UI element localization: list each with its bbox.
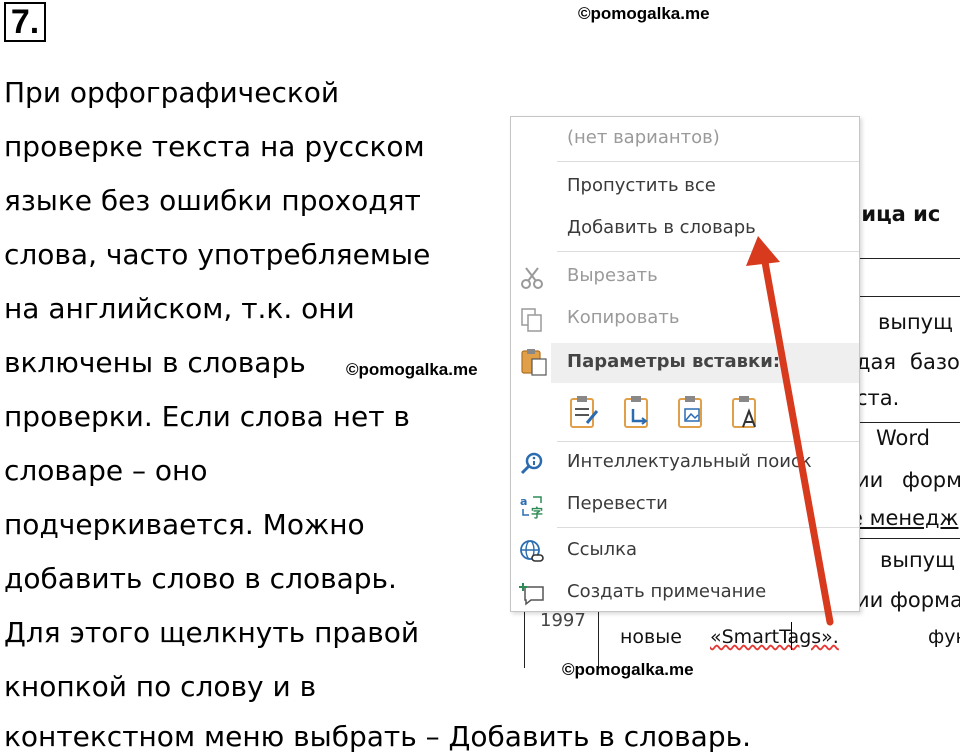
- answer-line: языке без ошибки проходят: [4, 184, 421, 217]
- doc-text-misspelled: «SmartTags».: [710, 626, 839, 648]
- menu-item-copy[interactable]: Копировать: [511, 299, 859, 339]
- menu-item-no-suggestions: (нет вариантов): [567, 127, 720, 148]
- doc-text: фун: [928, 626, 960, 648]
- doc-year: 1997: [540, 610, 586, 631]
- menu-item-smart-lookup[interactable]: Интеллектуальный поиск: [511, 443, 859, 483]
- answer-line: включены в словарь: [4, 346, 306, 379]
- svg-text:a: a: [520, 495, 527, 508]
- answer-line: Для этого щелкнуть правой: [4, 616, 420, 649]
- doc-text: Word: [876, 426, 930, 450]
- paste-options-header: Параметры вставки:: [551, 343, 859, 383]
- doc-text: ии: [856, 468, 884, 492]
- translate-icon: a字: [519, 493, 545, 520]
- doc-text: базо: [910, 350, 960, 374]
- paste-merge-formatting-icon[interactable]: [621, 393, 655, 431]
- link-globe-icon: [519, 539, 545, 565]
- text-cursor: [791, 622, 792, 650]
- svg-text:字: 字: [531, 505, 543, 519]
- menu-separator: [557, 251, 859, 252]
- context-menu: (нет вариантов) Пропустить все Добавить …: [510, 116, 860, 612]
- smart-lookup-icon: [519, 451, 545, 477]
- doc-text: выпущ: [878, 310, 953, 334]
- menu-item-new-comment[interactable]: Создать примечание: [511, 573, 859, 613]
- answer-line: словаре – оно: [4, 454, 208, 487]
- menu-item-cut[interactable]: Вырезать: [511, 257, 859, 297]
- table-line: [524, 610, 525, 668]
- menu-item-translate[interactable]: a字 Перевести: [511, 485, 859, 525]
- doc-text: е менедж: [850, 506, 959, 530]
- answer-line: проверке текста на русском: [4, 130, 425, 163]
- watermark: ©pomogalka.me: [562, 660, 694, 679]
- table-line: [846, 296, 960, 297]
- answer-line: проверки. Если слова нет в: [4, 400, 410, 433]
- table-line: [846, 538, 960, 539]
- copy-icon: [519, 307, 545, 333]
- answer-line: При орфографической: [4, 76, 340, 109]
- doc-text: дая: [856, 350, 897, 374]
- task-number: 7.: [4, 2, 46, 42]
- menu-item-add-to-dictionary[interactable]: Добавить в словарь: [511, 209, 859, 249]
- menu-separator: [557, 527, 859, 528]
- doc-text: выпущ: [880, 548, 955, 572]
- answer-line: контекстном меню выбрать – Добавить в сл…: [4, 720, 752, 753]
- answer-line: на английском, т.к. они: [4, 292, 355, 325]
- table-line: [846, 258, 960, 259]
- doc-text: ста.: [856, 386, 900, 410]
- watermark: ©pomogalka.me: [346, 360, 478, 379]
- doc-text: форм: [902, 468, 960, 492]
- menu-separator: [557, 161, 859, 162]
- menu-separator: [557, 441, 859, 442]
- doc-text: ии форма: [856, 588, 960, 612]
- answer-line: добавить слово в словарь.: [4, 562, 397, 595]
- answer-line: подчеркивается. Можно: [4, 508, 365, 541]
- doc-text: новые: [620, 626, 682, 648]
- paste-keep-formatting-icon[interactable]: [567, 393, 601, 431]
- answer-line: кнопкой по слову и в: [4, 670, 317, 703]
- menu-item-ignore-all[interactable]: Пропустить все: [511, 167, 859, 207]
- table-line: [846, 422, 960, 423]
- paste-icon: [519, 347, 549, 377]
- menu-item-link[interactable]: Ссылка: [511, 531, 859, 571]
- scissors-icon: [519, 265, 545, 291]
- paste-text-only-icon[interactable]: [729, 393, 763, 431]
- new-comment-icon: [519, 581, 545, 607]
- answer-line: слова, часто употребляемые: [4, 238, 431, 271]
- paste-picture-icon[interactable]: [675, 393, 709, 431]
- table-heading: лица ис: [846, 202, 941, 226]
- watermark: ©pomogalka.me: [578, 4, 710, 23]
